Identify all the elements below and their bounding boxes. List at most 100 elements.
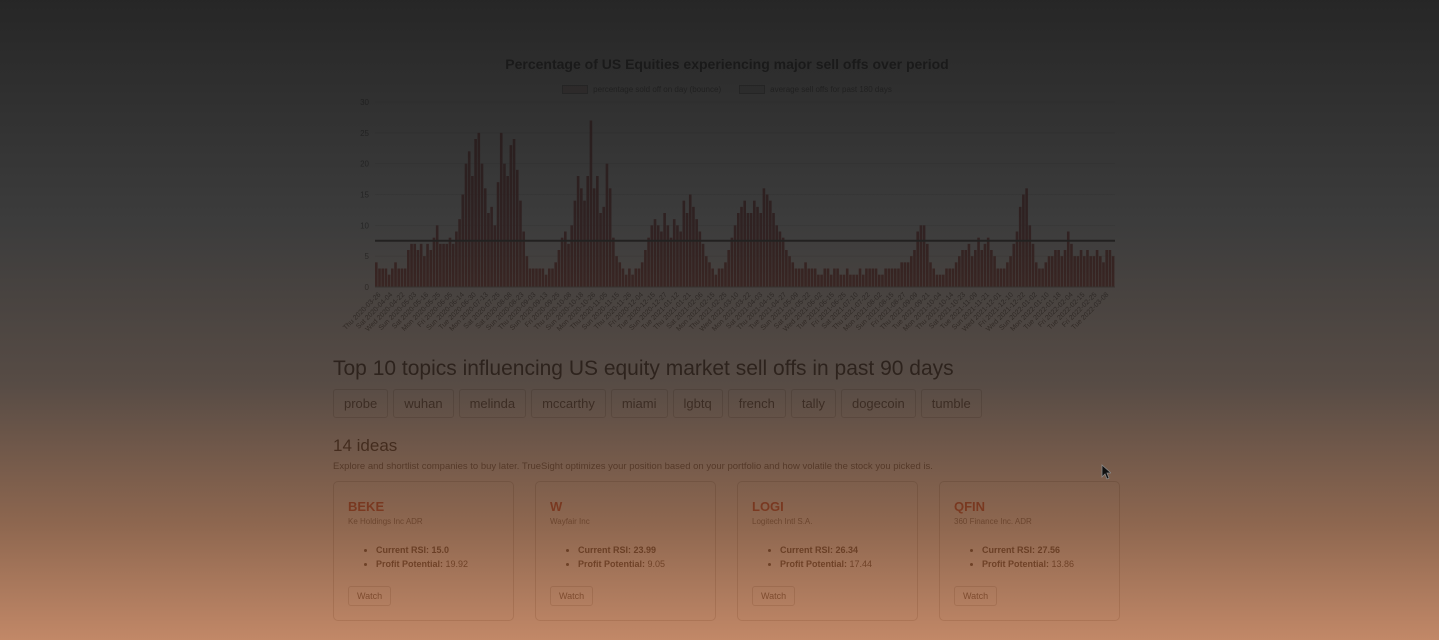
topic-button[interactable]: miami — [610, 389, 668, 418]
chart-bar — [990, 250, 993, 287]
chart-bar — [1028, 225, 1032, 287]
chart-bar — [580, 188, 583, 287]
topic-button[interactable]: melinda — [458, 389, 527, 418]
chart-bar — [448, 237, 452, 287]
chart-bar — [999, 268, 1003, 287]
chart-bar — [797, 268, 801, 287]
card-company-name: Wayfair Inc — [550, 517, 590, 526]
card-company-name: Logitech Intl S.A. — [752, 517, 813, 526]
card-ticker[interactable]: LOGI — [752, 499, 903, 514]
chart-bar — [884, 268, 887, 287]
chart-bar — [724, 262, 727, 287]
chart-bar — [704, 256, 708, 287]
chart-bar — [467, 151, 471, 287]
chart-bar — [900, 262, 903, 287]
chart-bar — [717, 268, 721, 287]
watch-button[interactable]: Watch — [954, 586, 998, 606]
chart-bar — [637, 268, 641, 287]
chart-bar — [1073, 256, 1076, 287]
card-ticker[interactable]: BEKE — [348, 499, 499, 514]
rsi-value: 15.0 — [431, 545, 450, 555]
legend-label-daily: percentage sold off on day (bounce) — [593, 85, 722, 94]
chart-bar — [740, 206, 743, 287]
rsi-label: Current RSI: — [982, 545, 1036, 555]
chart-bar — [970, 256, 974, 287]
chart-bar — [1076, 256, 1080, 287]
topic-button[interactable]: tally — [790, 389, 836, 418]
watch-button[interactable]: Watch — [752, 586, 796, 606]
chart-bar — [410, 243, 413, 287]
chart-bar — [628, 268, 631, 287]
card-profit: Profit Potential: 9.05 — [578, 559, 701, 569]
chart-bar — [986, 237, 990, 287]
chart-bar — [624, 274, 628, 287]
chart-bar — [874, 268, 878, 287]
topic-button[interactable]: probe — [333, 389, 389, 418]
chart-bar — [708, 262, 711, 287]
chart-bar — [893, 268, 897, 287]
idea-card: W Wayfair Inc Current RSI: 23.99 Profit … — [535, 481, 716, 621]
chart-bar — [1105, 250, 1108, 287]
chart-bar — [711, 268, 714, 287]
chart-bar — [839, 274, 843, 287]
chart-bar — [775, 225, 779, 287]
chart-bar — [849, 274, 852, 287]
chart-bar — [993, 256, 996, 287]
watch-button[interactable]: Watch — [348, 586, 392, 606]
card-ticker[interactable]: W — [550, 499, 701, 514]
legend-item-daily[interactable]: percentage sold off on day (bounce) — [562, 85, 721, 94]
profit-value: 13.86 — [1051, 559, 1075, 569]
chart-bar — [407, 250, 410, 287]
chart-bar — [746, 213, 750, 287]
chart-bar — [682, 200, 686, 287]
legend-item-average[interactable]: average sell offs for past 180 days — [739, 85, 892, 94]
chart-bar — [573, 200, 577, 287]
profit-value: 9.05 — [647, 559, 666, 569]
chart-bar — [1098, 256, 1102, 287]
chart-bar — [640, 262, 644, 287]
chart-bar — [615, 256, 618, 287]
chart-bar — [397, 268, 401, 287]
ideas-heading: 14 ideas — [333, 436, 398, 455]
chart-bar — [1060, 256, 1064, 287]
chart-bar — [445, 243, 449, 287]
card-ticker[interactable]: QFIN — [954, 499, 1105, 514]
chart-bar — [1095, 250, 1099, 287]
chart-bar — [1108, 250, 1112, 287]
card-metrics: Current RSI: 15.0 Profit Potential: 19.9… — [348, 545, 499, 569]
ideas-description: Explore and shortlist companies to buy l… — [333, 461, 933, 472]
rsi-label: Current RSI: — [780, 545, 834, 555]
chart-bar — [967, 243, 971, 287]
chart-bar — [823, 268, 827, 287]
chart-bar — [829, 274, 833, 287]
chart-bar — [419, 243, 423, 287]
chart-bar — [852, 274, 855, 287]
chart-bar — [929, 262, 932, 287]
chart-bar — [794, 268, 798, 287]
chart-bar — [980, 250, 984, 287]
rsi-value: 26.34 — [835, 545, 859, 555]
topic-button[interactable]: french — [727, 389, 786, 418]
card-profit: Profit Potential: 17.44 — [780, 559, 903, 569]
chart-bar — [400, 268, 404, 287]
chart-bar — [945, 268, 948, 287]
page: Percentage of US Equities experiencing m… — [0, 0, 1439, 640]
chart-bar — [906, 262, 910, 287]
topic-button[interactable]: wuhan — [393, 389, 454, 418]
chart-bar — [554, 262, 557, 287]
chart-bar — [474, 139, 477, 287]
chart-bar — [612, 237, 615, 287]
topic-button[interactable]: dogecoin — [840, 389, 916, 418]
card-company-name: Ke Holdings Inc ADR — [348, 517, 423, 526]
watch-button[interactable]: Watch — [550, 586, 594, 606]
chart-bar — [954, 262, 958, 287]
topic-button[interactable]: lgbtq — [672, 389, 723, 418]
chart-bar — [583, 200, 586, 287]
chart-bar — [1086, 250, 1089, 287]
topic-button[interactable]: tumble — [920, 389, 982, 418]
chart-bar — [964, 250, 968, 287]
idea-card: QFIN 360 Finance Inc. ADR Current RSI: 2… — [939, 481, 1120, 621]
chart-bar — [919, 225, 923, 287]
chart-bar — [608, 188, 612, 287]
topic-button[interactable]: mccarthy — [531, 389, 606, 418]
